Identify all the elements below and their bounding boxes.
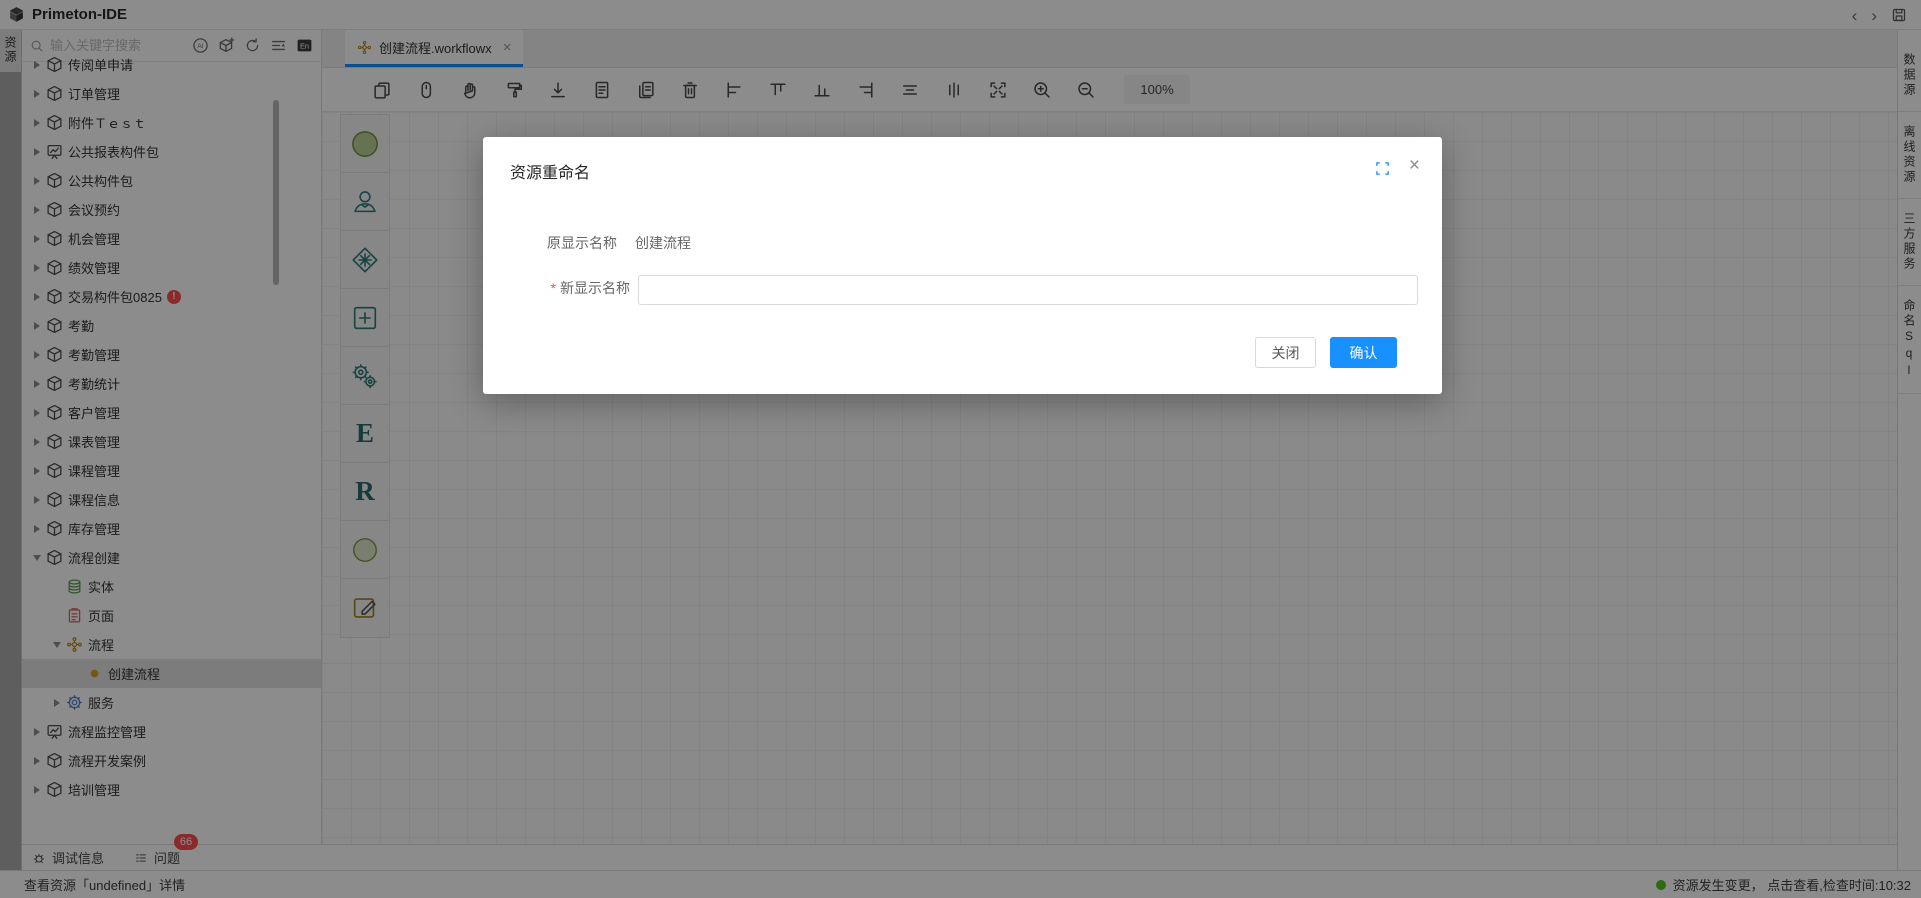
original-name-label: 原显示名称: [547, 235, 617, 251]
close-icon[interactable]: ×: [1409, 156, 1420, 175]
original-name-row: 原显示名称 创建流程: [547, 233, 691, 253]
confirm-button[interactable]: 确认: [1330, 337, 1397, 368]
modal-title: 资源重命名: [510, 159, 590, 183]
original-name-value: 创建流程: [635, 235, 691, 251]
fullscreen-icon[interactable]: [1375, 161, 1390, 176]
required-mark: *: [551, 280, 556, 296]
primeton-ide-window: Primeton-IDE ‹ › 资源 AIEn 传阅单申请订单管理附件Ｔｅｓｔ…: [0, 0, 1921, 898]
new-name-label: 新显示名称: [560, 280, 630, 296]
rename-resource-modal: 资源重命名 × 原显示名称 创建流程 *新显示名称 关闭 确认: [483, 137, 1442, 394]
modal-mask[interactable]: [0, 0, 1921, 898]
new-name-input[interactable]: [638, 275, 1418, 305]
new-name-label-wrap: *新显示名称: [483, 278, 630, 298]
close-button[interactable]: 关闭: [1255, 337, 1316, 368]
